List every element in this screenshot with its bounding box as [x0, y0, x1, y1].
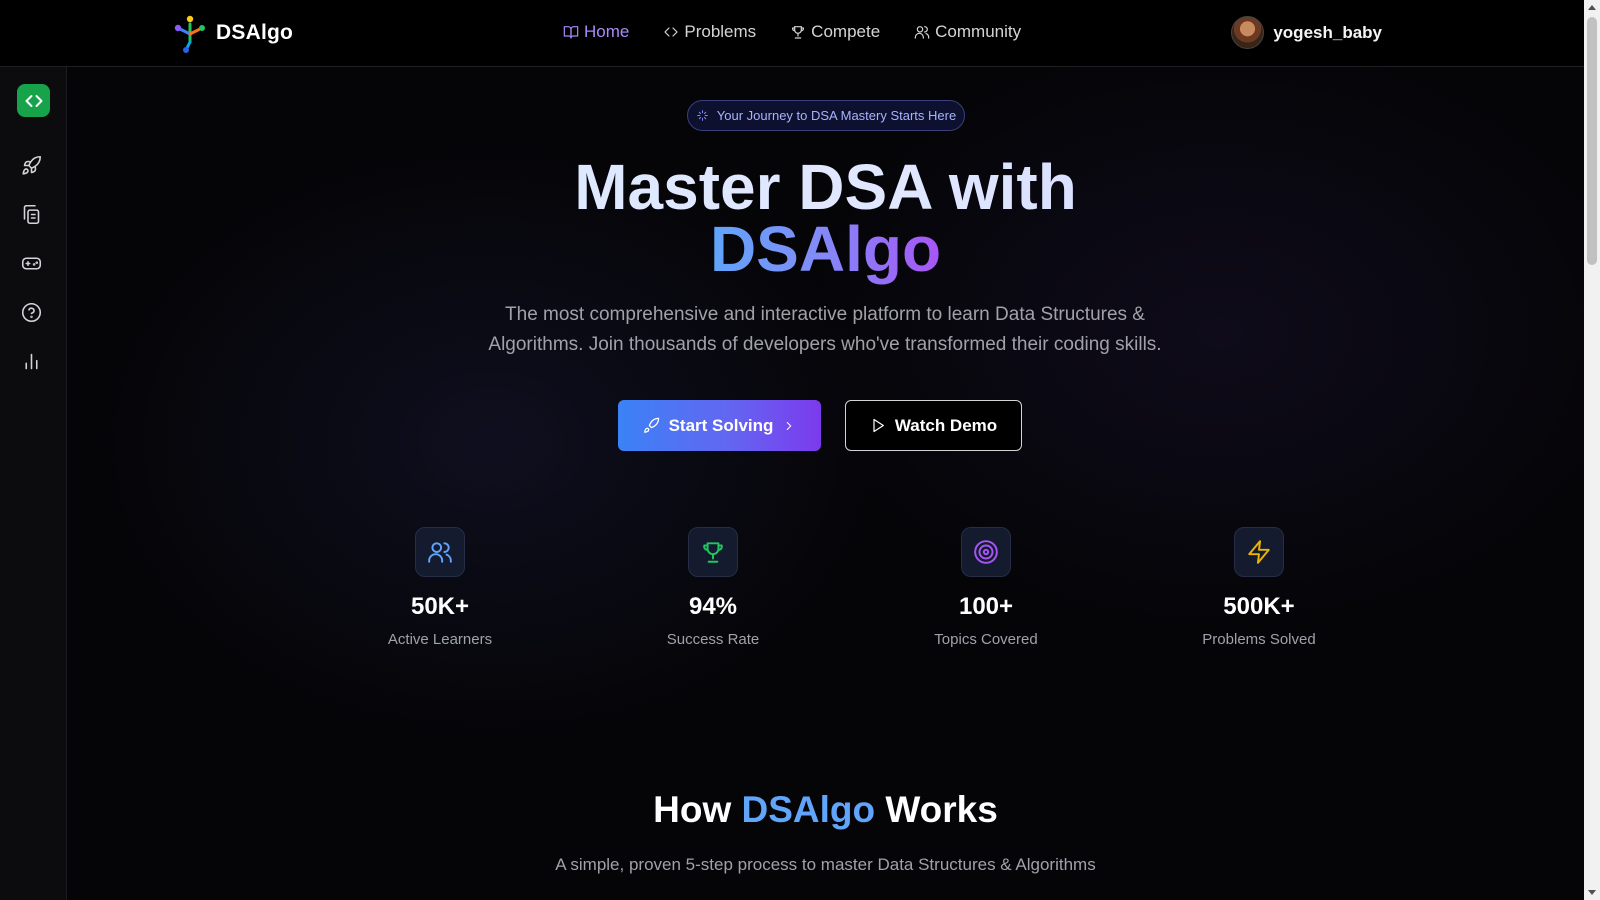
code-icon: [664, 27, 678, 37]
how-it-works-title: How DSAlgo Works: [67, 789, 1584, 831]
nav-community[interactable]: Community: [914, 22, 1021, 42]
watch-demo-label: Watch Demo: [894, 415, 998, 435]
main-content: Your Journey to DSA Mastery Starts Here …: [67, 67, 1584, 900]
stat-label: Problems Solved: [1202, 631, 1316, 648]
sidebar-item-problems[interactable]: [19, 202, 43, 226]
copy-icon: [23, 204, 39, 224]
stat-value: 94%: [688, 593, 738, 620]
stat-label: Success Rate: [666, 631, 760, 648]
brand-name: DSAlgo: [216, 21, 294, 44]
target-icon: [974, 540, 998, 564]
trophy-icon: [703, 542, 723, 563]
hero-badge: Your Journey to DSA Mastery Starts Here: [687, 100, 965, 131]
avatar[interactable]: [1231, 16, 1265, 49]
brand-logo[interactable]: DSAlgo: [172, 12, 293, 54]
scroll-down-arrow-icon[interactable]: [1588, 890, 1596, 895]
stat-label: Active Learners: [387, 631, 493, 648]
gamepad-icon: [21, 256, 41, 270]
hero-title-brand: DSAlgo: [709, 213, 942, 285]
zap-icon: [1248, 540, 1270, 564]
stat-label: Topics Covered: [934, 631, 1038, 648]
stat-value: 50K+: [410, 593, 470, 620]
stat-topics-covered: 100+ Topics Covered: [886, 527, 1086, 648]
hero-title-line2: DSAlgo: [67, 217, 1584, 281]
how-title-accent: DSAlgo: [741, 789, 876, 830]
hero-subtitle: The most comprehensive and interactive p…: [488, 304, 1162, 355]
nav-compete-label: Compete: [811, 22, 881, 41]
users-icon: [428, 542, 452, 563]
chevron-right-icon: [787, 421, 792, 430]
page-scrollbar[interactable]: [1584, 0, 1600, 900]
rocket-icon: [643, 417, 659, 433]
how-title-prefix: How: [653, 789, 732, 830]
nav-compete[interactable]: Compete: [790, 22, 880, 42]
stat-icon-box: [961, 527, 1011, 577]
nav-problems[interactable]: Problems: [663, 22, 756, 42]
stat-value: 500K+: [1223, 593, 1295, 620]
logo-tree-icon: [174, 15, 205, 53]
main-nav: Home Problems Compete Community: [563, 22, 1021, 42]
username: yogesh_baby: [1273, 22, 1382, 42]
play-icon: [873, 418, 884, 433]
how-title-suffix: Works: [885, 789, 998, 830]
nav-problems-label: Problems: [684, 22, 757, 41]
sidebar-item-start[interactable]: [19, 153, 43, 177]
user-menu[interactable]: yogesh_baby: [1231, 16, 1382, 49]
sidebar-item-help[interactable]: [19, 300, 43, 324]
sidebar: [0, 67, 67, 900]
rocket-icon: [21, 155, 41, 175]
help-circle-icon: [21, 302, 41, 322]
nav-home-label: Home: [584, 22, 630, 41]
start-solving-label: Start Solving: [668, 415, 774, 435]
nav-community-label: Community: [935, 22, 1022, 41]
top-navbar: DSAlgo Home Problems Compete Community y…: [0, 0, 1584, 67]
nav-home[interactable]: Home: [563, 22, 629, 42]
watch-demo-button[interactable]: Watch Demo: [845, 400, 1022, 451]
hero-badge-text: Your Journey to DSA Mastery Starts Here: [716, 108, 957, 123]
stat-value: 100+: [958, 593, 1014, 620]
users-icon: [914, 26, 930, 39]
sidebar-item-stats[interactable]: [19, 349, 43, 373]
code-brackets-icon: [25, 94, 42, 107]
how-it-works-subtitle: A simple, proven 5-step process to maste…: [555, 855, 1096, 874]
bar-chart-icon: [24, 353, 38, 369]
stat-icon-box: [1234, 527, 1284, 577]
stat-active-learners: 50K+ Active Learners: [340, 527, 540, 648]
scroll-thumb[interactable]: [1587, 17, 1597, 265]
stat-success-rate: 94% Success Rate: [613, 527, 813, 648]
stat-icon-box: [688, 527, 738, 577]
hero-title-line1: Master DSA with: [67, 155, 1584, 219]
start-solving-button[interactable]: Start Solving: [618, 400, 821, 451]
sidebar-home-button[interactable]: [17, 84, 50, 117]
book-open-icon: [563, 26, 579, 39]
sparkles-icon: [696, 110, 708, 121]
trophy-icon: [792, 26, 805, 39]
scroll-up-arrow-icon[interactable]: [1588, 5, 1596, 10]
sidebar-item-games[interactable]: [19, 251, 43, 275]
stat-problems-solved: 500K+ Problems Solved: [1159, 527, 1359, 648]
stat-icon-box: [415, 527, 465, 577]
